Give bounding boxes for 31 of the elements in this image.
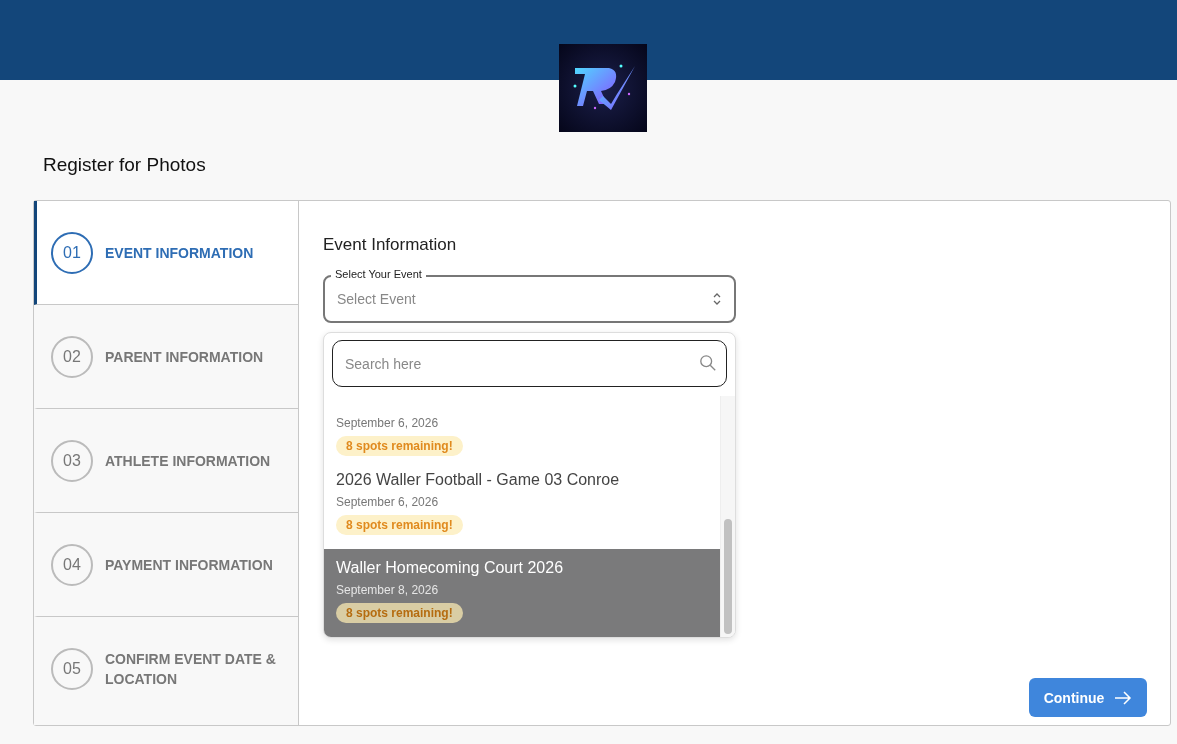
search-icon [699,354,717,372]
event-date: September 8, 2026 [336,583,439,597]
spots-badge: 8 spots remaining! [336,603,463,623]
field-label: Select Your Event [331,267,426,281]
event-option[interactable]: Waller Homecoming Court 2026 September 8, 2026 8 spots remaining! [324,549,720,637]
step-tab[interactable]: 04 PAYMENT INFORMATION [34,513,298,617]
event-title: Waller Homecoming Court 2026 [336,559,564,577]
step-number: 01 [51,231,93,274]
event-title: 2026 Waller Football - Game 03 Conroe [336,471,620,489]
spots-badge: 8 spots remaining! [336,436,463,456]
step-tab[interactable]: 01 EVENT INFORMATION [34,201,298,305]
event-option[interactable]: September 6, 2026 8 spots remaining! [324,402,720,461]
step-number: 02 [51,335,93,378]
step-tab[interactable]: 03 ATHLETE INFORMATION [34,409,298,513]
section-title: Event Information [323,235,458,255]
step-number: 04 [51,543,93,586]
chevron-icon [712,292,722,306]
search-field[interactable]: Search here [332,340,727,387]
event-date: September 6, 2026 [336,495,439,509]
logo-icon [559,44,647,132]
event-date: September 6, 2026 [336,416,439,430]
event-option[interactable]: 2026 Waller Football - Game 03 Conroe September 6, 2026 8 spots remaining! [324,461,720,549]
step-number: 05 [51,648,93,690]
step-number: 03 [51,439,93,482]
page-title: Register for Photos [42,153,207,177]
continue-button[interactable]: Continue [1029,678,1147,717]
step-tab[interactable]: 05 CONFIRM EVENT DATE & LOCATION [34,617,298,721]
step-tab[interactable]: 02 PARENT INFORMATION [34,305,298,409]
spots-badge: 8 spots remaining! [336,515,463,535]
scrollbar-thumb[interactable] [724,519,732,634]
arrow-right-icon [1114,690,1133,705]
